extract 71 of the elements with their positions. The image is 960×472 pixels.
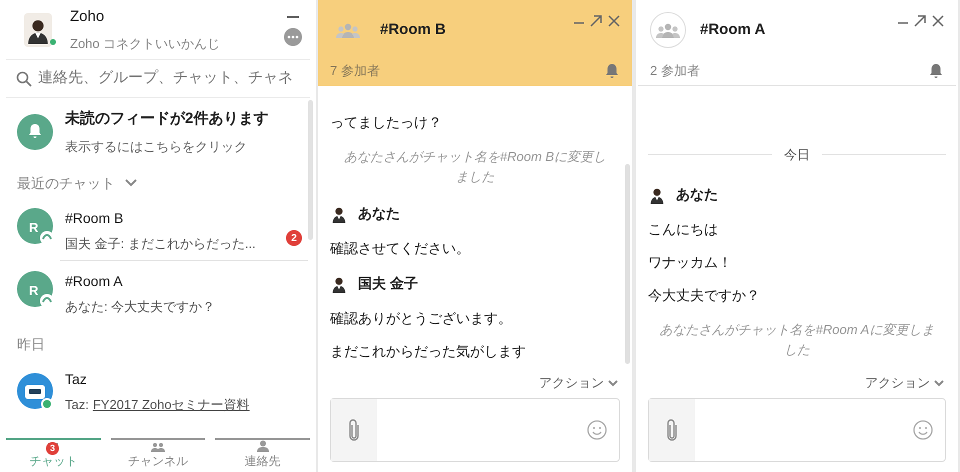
actions-dropdown[interactable]: アクション <box>539 373 618 393</box>
scrollbar[interactable] <box>308 100 313 240</box>
chat-preview: Taz: <box>65 396 89 414</box>
chat-preview: あなた: 今大丈夫ですか？ <box>65 298 216 316</box>
feed-title: 未読のフィードが2件あります <box>65 109 268 129</box>
message-input[interactable] <box>330 398 620 462</box>
message-text: こんにちは <box>648 220 719 239</box>
chat-list-item[interactable]: R #Room A あなた: 今大丈夫ですか？ <box>0 265 316 323</box>
chat-name: Taz <box>65 370 88 390</box>
search-icon <box>16 70 32 86</box>
feed-subtitle: 表示するにはこちらをクリック <box>65 138 248 156</box>
user-avatar <box>24 12 52 46</box>
people-icon <box>151 442 165 452</box>
chat-list-item[interactable]: Taz Taz: FY2017 Zohoセミナー資料 <box>0 363 316 421</box>
group-icon <box>650 12 686 48</box>
chat-list-item[interactable]: R #Room B 国夫 金子: まだこれからだった... 2 <box>0 202 316 260</box>
pop-out-arrow-icon[interactable] <box>914 15 926 27</box>
section-heading: 最近のチャット <box>17 174 115 192</box>
chat-name: #Room B <box>65 209 124 228</box>
emoji-icon[interactable] <box>587 420 607 440</box>
participant-count: 2 参加者 <box>650 62 700 80</box>
pop-out-arrow-icon[interactable] <box>590 15 602 27</box>
chat-name: #Room A <box>65 272 124 292</box>
group-avatar <box>17 271 55 309</box>
paperclip-icon[interactable] <box>667 419 677 441</box>
message-input[interactable] <box>648 398 946 462</box>
avatar-letter: R <box>29 282 38 300</box>
message-text: 今大丈夫ですか？ <box>648 286 761 305</box>
tab-badge: 3 <box>46 442 59 455</box>
date-divider: 今日 <box>784 146 810 164</box>
bell-icon[interactable] <box>604 62 620 79</box>
message-text: 確認させてください。 <box>330 239 471 258</box>
status-message: Zoho コネクトいいかんじ <box>70 35 222 53</box>
message-text: 確認ありがとうございます。 <box>330 309 513 328</box>
bot-avatar <box>17 373 55 411</box>
chat-title: #Room B <box>380 20 447 40</box>
group-avatar <box>17 208 55 246</box>
actions-dropdown[interactable]: アクション <box>865 373 944 393</box>
close-icon[interactable] <box>608 15 620 27</box>
feed-notification[interactable]: 未読のフィードが2件あります 表示するにはこちらをクリック <box>0 98 316 162</box>
chat-preview: 国夫 金子: まだこれからだった... <box>65 235 256 254</box>
paperclip-icon[interactable] <box>349 419 359 441</box>
sender-name: 国夫 金子 <box>358 274 418 293</box>
close-icon[interactable] <box>932 15 944 27</box>
bell-icon[interactable] <box>928 62 944 79</box>
system-message: あなたさんがチャット名を#Room Bに変更しました <box>342 148 608 186</box>
bell-icon <box>17 114 53 150</box>
message-text: ワナッカム！ <box>648 253 733 272</box>
file-link[interactable]: FY2017 Zohoセミナー資料 <box>92 395 250 415</box>
unread-badge: 2 <box>286 230 302 246</box>
message-text: まだこれからだった気がします <box>330 342 527 361</box>
section-heading: 昨日 <box>17 334 45 354</box>
sender-name: あなた <box>676 185 718 204</box>
avatar-letter: R <box>29 219 38 237</box>
participant-count: 7 参加者 <box>330 62 380 80</box>
more-icon[interactable] <box>284 28 302 46</box>
chevron-down-icon <box>608 380 618 386</box>
tab[interactable]: チャンネル <box>110 438 206 472</box>
system-message: あなたさんがチャット名を#Room Aに変更しました <box>658 321 936 359</box>
sender-name: あなた <box>358 204 400 223</box>
user-name: Zoho <box>70 6 106 26</box>
person-icon <box>256 440 269 452</box>
scrollbar[interactable] <box>625 164 630 364</box>
chat-title: #Room A <box>700 20 766 40</box>
search-field[interactable]: 連絡先、グループ、チャット、チャネ <box>38 67 310 90</box>
tab[interactable]: 連絡先 <box>215 438 310 472</box>
emoji-icon[interactable] <box>913 420 933 440</box>
chevron-down-icon[interactable] <box>125 179 137 187</box>
tab[interactable]: チャット 3 <box>6 438 101 472</box>
message-text: ってましたっけ？ <box>330 113 443 132</box>
chevron-down-icon <box>934 380 944 386</box>
